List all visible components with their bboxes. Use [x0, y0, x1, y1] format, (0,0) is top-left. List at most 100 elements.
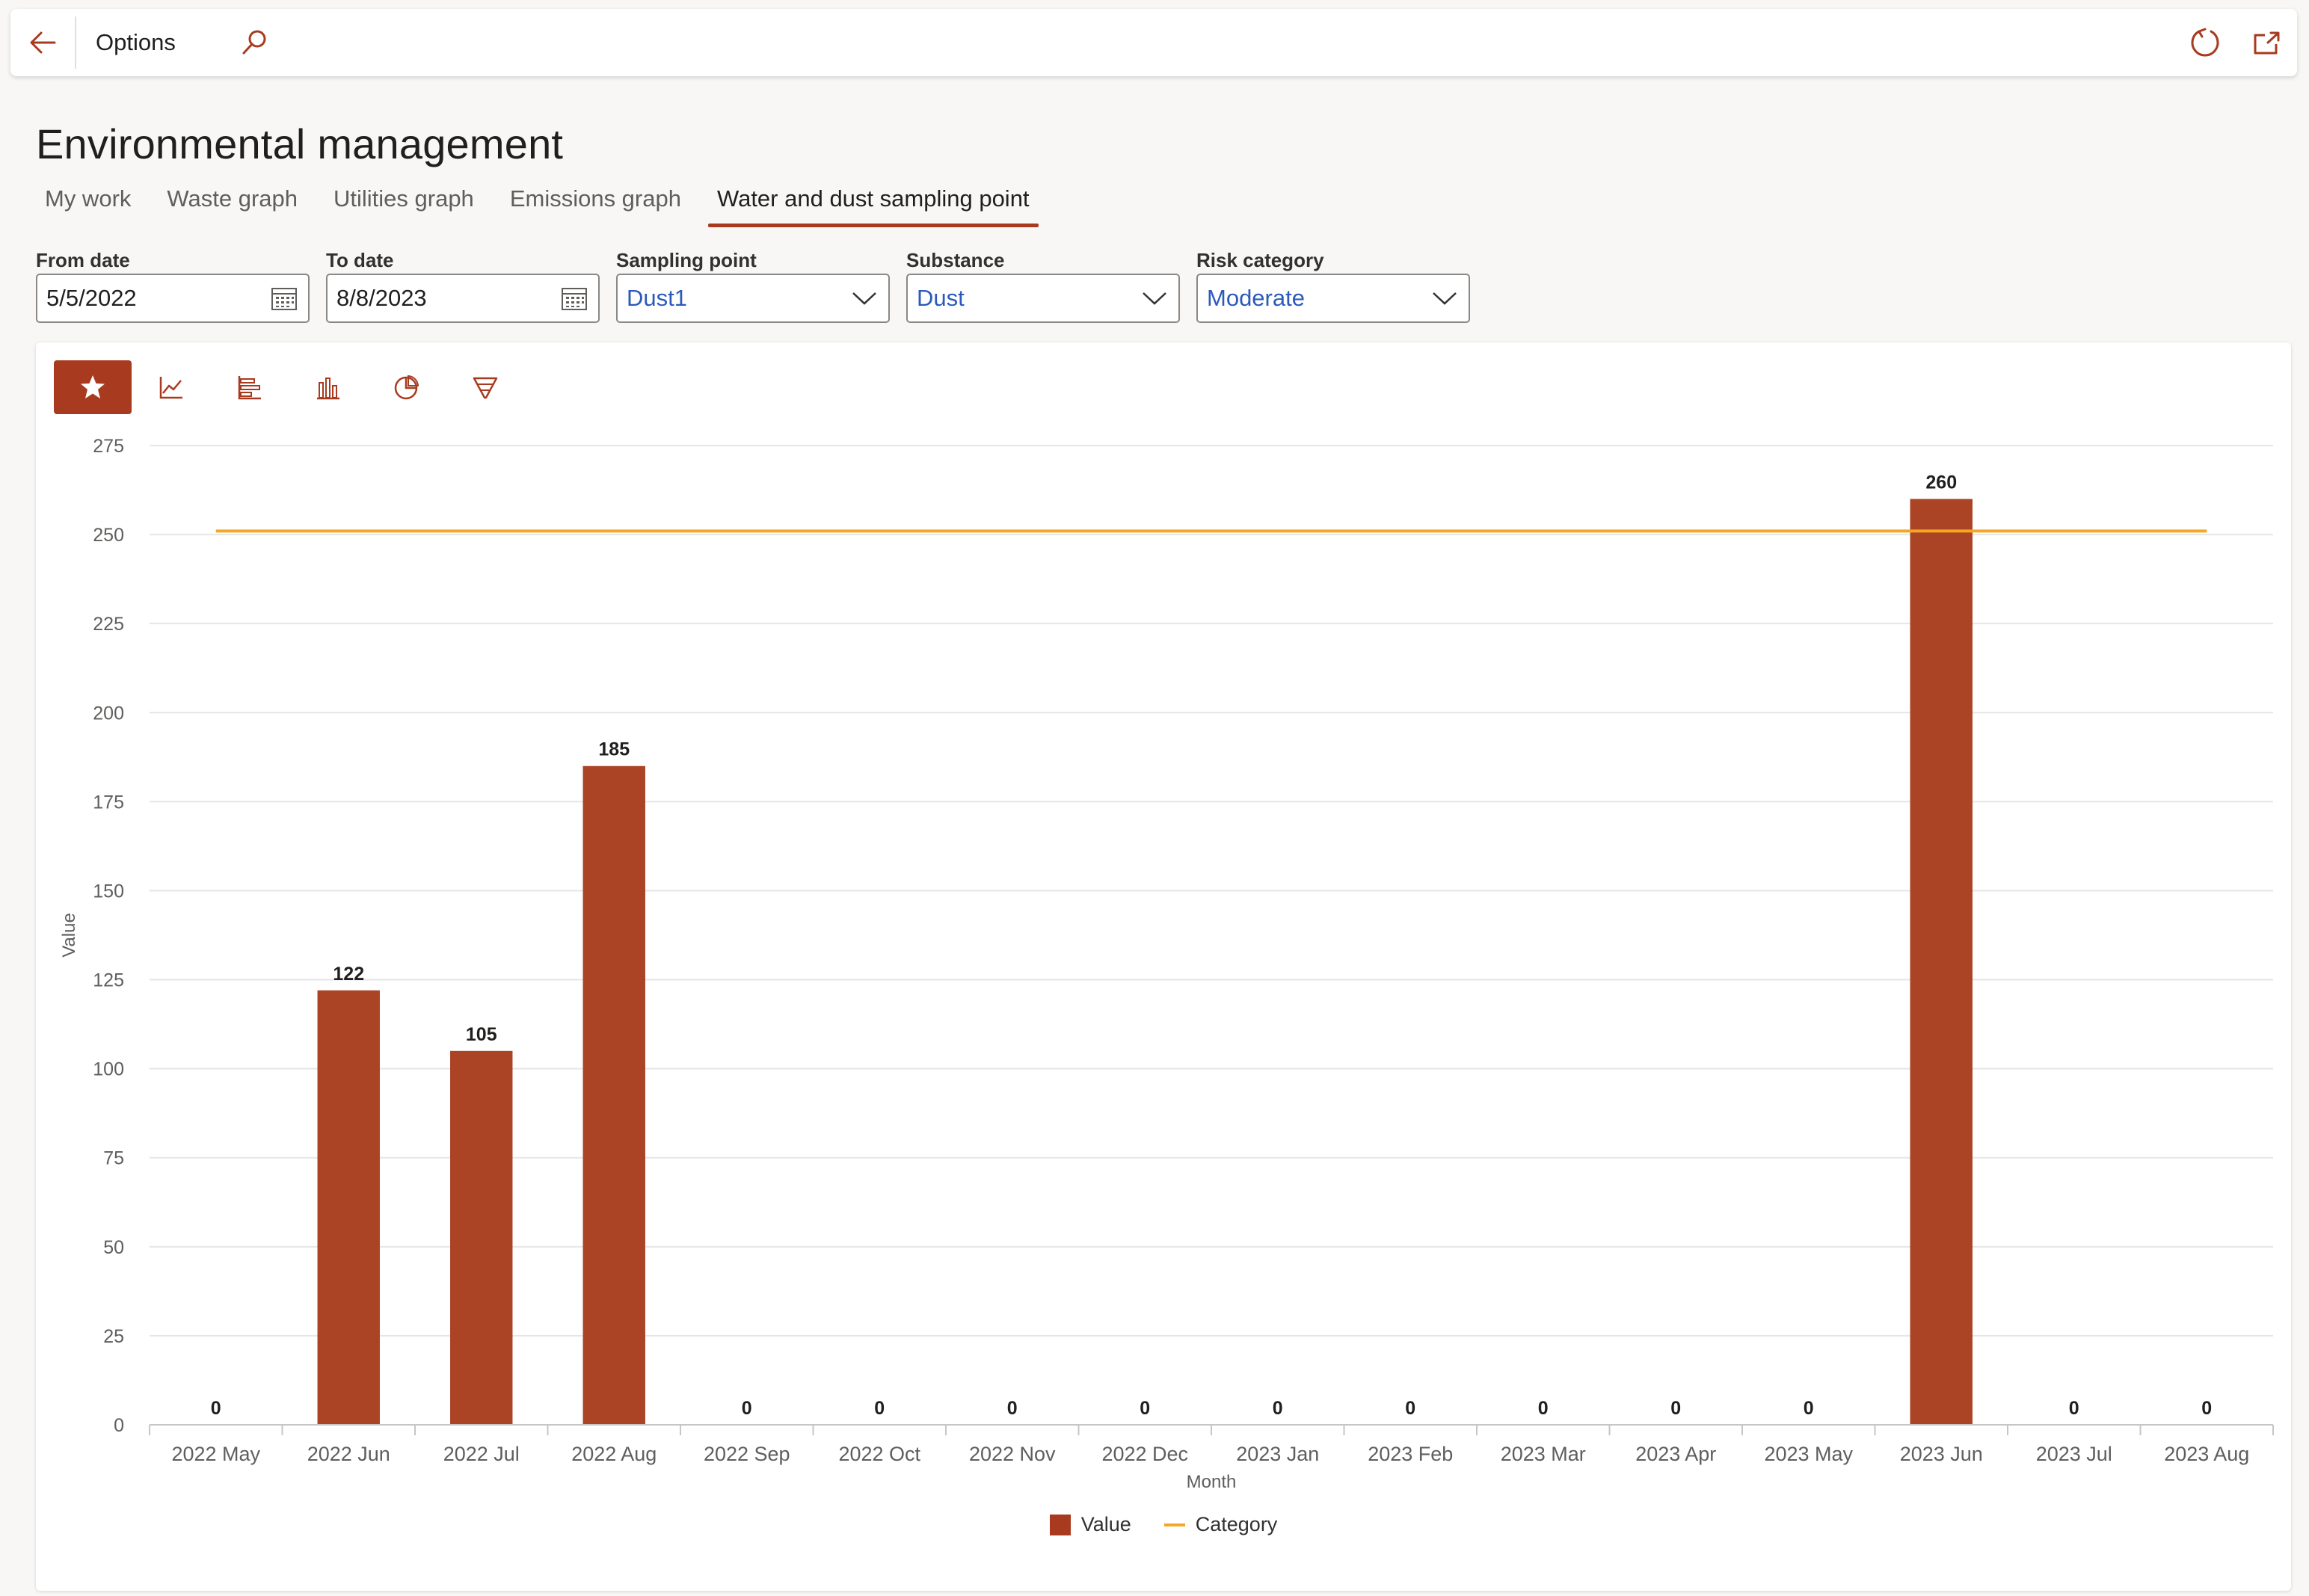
tab-utilities-graph[interactable]: Utilities graph	[325, 179, 483, 227]
x-tick-label: 2023 Mar	[1501, 1443, 1586, 1465]
legend-item-value[interactable]: Value	[1049, 1513, 1131, 1536]
y-tick-label: 25	[103, 1326, 124, 1347]
chart-card: 0 122 105 185 0 0 0 0 0 0 0 0 0 260 0 0 0 25 50 75 100 125 15…	[36, 342, 2291, 1591]
chevron-down-icon[interactable]	[848, 282, 881, 315]
data-label: 185	[598, 739, 630, 760]
x-tick-label: 2022 Sep	[704, 1443, 790, 1465]
page-title: Environmental management	[36, 120, 564, 167]
y-tick-label: 275	[93, 436, 124, 457]
calendar-icon[interactable]	[268, 282, 301, 315]
y-tick-label: 100	[93, 1059, 124, 1080]
filter-bar: From date 5/5/2022 To date 8/8/2023 Samp…	[36, 247, 1486, 323]
refresh-icon	[2191, 28, 2219, 57]
tab-water-and-dust-sampling-point[interactable]: Water and dust sampling point	[707, 179, 1039, 227]
y-tick-label: 125	[93, 970, 124, 991]
x-tick-label: 2023 Aug	[2164, 1443, 2249, 1465]
sampling-point-select[interactable]: Dust1	[616, 274, 890, 323]
popout-icon	[2254, 31, 2280, 55]
bar	[317, 990, 380, 1425]
x-tick-label: 2023 Jun	[1900, 1443, 1983, 1465]
from-date-input[interactable]: 5/5/2022	[36, 274, 310, 323]
data-label: 122	[333, 964, 364, 985]
search-icon	[242, 30, 266, 55]
data-label: 0	[1140, 1398, 1150, 1419]
sampling-point-filter: Sampling point Dust1	[616, 247, 890, 323]
x-tick-label: 2023 Feb	[1368, 1443, 1453, 1465]
risk-category-label: Risk category	[1196, 249, 1324, 271]
x-tick-label: 2023 Apr	[1635, 1443, 1716, 1465]
x-tick-label: 2022 Oct	[838, 1443, 920, 1465]
data-label: 0	[1804, 1398, 1814, 1419]
data-label: 0	[2201, 1398, 2212, 1419]
refresh-button[interactable]	[2174, 9, 2236, 76]
x-tick-label: 2022 Nov	[969, 1443, 1056, 1465]
legend-item-category[interactable]: Category	[1163, 1513, 1278, 1536]
y-tick-label: 150	[93, 881, 124, 902]
legend-label-category: Category	[1195, 1513, 1278, 1535]
substance-filter: Substance Dust	[906, 247, 1180, 323]
legend-swatch-category	[1163, 1523, 1185, 1526]
search-button[interactable]	[221, 9, 288, 76]
sampling-point-value[interactable]: Dust1	[627, 285, 848, 312]
chevron-down-icon[interactable]	[1138, 282, 1171, 315]
data-label: 0	[1007, 1398, 1018, 1419]
to-date-value[interactable]: 8/8/2023	[336, 285, 558, 312]
from-date-label: From date	[36, 249, 130, 271]
data-label: 0	[742, 1398, 752, 1419]
legend-label-value: Value	[1080, 1513, 1131, 1535]
substance-value[interactable]: Dust	[917, 285, 1138, 312]
back-button[interactable]	[10, 9, 75, 76]
data-label: 0	[874, 1398, 885, 1419]
to-date-label: To date	[326, 249, 394, 271]
x-axis-title: Month	[1187, 1472, 1237, 1492]
open-in-new-window-button[interactable]	[2236, 9, 2297, 76]
y-tick-label: 0	[114, 1415, 124, 1436]
chart-legend: Value Category	[36, 1513, 2291, 1536]
to-date-filter: To date 8/8/2023	[326, 247, 600, 323]
x-tick-label: 2022 Aug	[571, 1443, 657, 1465]
data-label: 105	[466, 1024, 497, 1045]
data-label: 0	[1538, 1398, 1549, 1419]
data-label: 0	[1405, 1398, 1415, 1419]
tab-my-work[interactable]: My work	[36, 179, 140, 227]
from-date-filter: From date 5/5/2022	[36, 247, 310, 323]
sampling-point-label: Sampling point	[616, 249, 757, 271]
x-tick-label: 2023 Jul	[2036, 1443, 2112, 1465]
data-label: 0	[2069, 1398, 2079, 1419]
bar-chart: 0 122 105 185 0 0 0 0 0 0 0 0 0 260 0 0 0 25 50 75 100 125 15…	[59, 436, 2274, 1492]
bar	[582, 765, 645, 1425]
chevron-down-icon[interactable]	[1428, 282, 1461, 315]
data-label: 0	[211, 1398, 221, 1419]
risk-category-value[interactable]: Moderate	[1207, 285, 1428, 312]
tab-waste-graph[interactable]: Waste graph	[158, 179, 307, 227]
action-bar: Options	[10, 9, 2297, 76]
calendar-icon[interactable]	[558, 282, 591, 315]
tab-emissions-graph[interactable]: Emissions graph	[501, 179, 690, 227]
tab-strip: My work Waste graph Utilities graph Emis…	[36, 179, 1057, 227]
y-tick-label: 250	[93, 525, 124, 546]
x-tick-label: 2022 Jun	[307, 1443, 390, 1465]
x-tick-label: 2023 Jan	[1236, 1443, 1319, 1465]
risk-category-select[interactable]: Moderate	[1196, 274, 1470, 323]
from-date-value[interactable]: 5/5/2022	[46, 285, 268, 312]
x-tick-label: 2023 May	[1764, 1443, 1853, 1465]
data-label: 260	[1925, 472, 1957, 493]
bar	[1910, 499, 1973, 1425]
x-tick-label: 2022 May	[171, 1443, 260, 1465]
substance-select[interactable]: Dust	[906, 274, 1180, 323]
data-label: 0	[1670, 1398, 1681, 1419]
back-arrow-icon	[30, 31, 56, 54]
y-tick-label: 175	[93, 792, 124, 813]
to-date-input[interactable]: 8/8/2023	[326, 274, 600, 323]
y-tick-label: 75	[103, 1148, 124, 1169]
y-tick-label: 225	[93, 614, 124, 635]
y-tick-label: 50	[103, 1237, 124, 1258]
y-tick-label: 200	[93, 703, 124, 724]
bar	[450, 1050, 513, 1425]
options-button[interactable]: Options	[76, 9, 195, 76]
x-tick-label: 2022 Jul	[443, 1443, 520, 1465]
legend-swatch-value	[1049, 1514, 1071, 1535]
substance-label: Substance	[906, 249, 1005, 271]
y-axis-title: Value	[59, 913, 79, 958]
x-tick-label: 2022 Dec	[1101, 1443, 1188, 1465]
